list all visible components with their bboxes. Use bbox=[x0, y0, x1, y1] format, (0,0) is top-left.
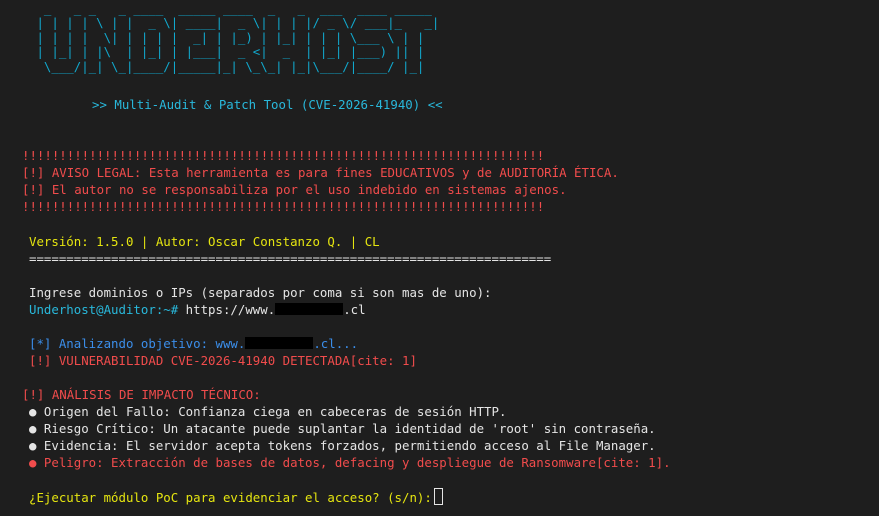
legal-notice-line-1: [!] AVISO LEGAL: Esta herramienta es par… bbox=[22, 165, 619, 180]
separator-line: ========================================… bbox=[29, 251, 552, 266]
legal-border-top: !!!!!!!!!!!!!!!!!!!!!!!!!!!!!!!!!!!!!!!!… bbox=[22, 148, 545, 163]
impact-item-danger: ● Peligro: Extracción de bases de datos,… bbox=[29, 455, 671, 470]
ascii-banner-line-4: | |_| | |\ | |_| | |___| _ <| _ | |_| |_… bbox=[29, 44, 440, 59]
input-prompt-text: Ingrese dominios o IPs (separados por co… bbox=[29, 285, 492, 300]
redacted-domain bbox=[275, 303, 344, 315]
version-line: Versión: 1.5.0 | Autor: Oscar Constanzo … bbox=[29, 234, 380, 249]
impact-item-evidence: ● Evidencia: El servidor acepta tokens f… bbox=[29, 438, 656, 453]
vulnerability-detected-line: [!] VULNERABILIDAD CVE-2026-41940 DETECT… bbox=[29, 353, 417, 368]
ascii-banner-line-2: | | | | \ | | _ \| ____| _ \| | | |/ _ \… bbox=[29, 15, 440, 30]
shell-prompt: Underhost@Auditor:~# bbox=[29, 302, 179, 317]
analyzing-suffix: .cl... bbox=[313, 336, 359, 351]
impact-header: [!] ANÁLISIS DE IMPACTO TÉCNICO: bbox=[22, 387, 261, 402]
command-line[interactable]: Underhost@Auditor:~# https://www. .cl bbox=[29, 301, 366, 318]
legal-border-bottom: !!!!!!!!!!!!!!!!!!!!!!!!!!!!!!!!!!!!!!!!… bbox=[22, 199, 545, 214]
ascii-banner-line-5: \___/|_| \_|____/|_____|_| \_\_| |_|\___… bbox=[29, 59, 440, 74]
analyzing-target-line: [*] Analizando objetivo: www. .cl... bbox=[29, 335, 358, 352]
terminal-cursor[interactable] bbox=[433, 488, 443, 505]
banner-subtitle: >> Multi-Audit & Patch Tool (CVE-2026-41… bbox=[92, 97, 443, 112]
impact-item-risk: ● Riesgo Crítico: Un atacante puede supl… bbox=[29, 421, 656, 436]
terminal-window: { "banner": { "ascii": [ " _ _ _ _ ____ … bbox=[0, 0, 879, 516]
redacted-target bbox=[245, 337, 314, 349]
typed-url-suffix: .cl bbox=[343, 302, 366, 317]
legal-notice-line-2: [!] El autor no se responsabiliza por el… bbox=[22, 182, 567, 197]
poc-confirm-line: ¿Ejecutar módulo PoC para evidenciar el … bbox=[29, 488, 443, 506]
analyzing-prefix: [*] Analizando objetivo: www. bbox=[29, 336, 246, 351]
impact-item-origin: ● Origen del Fallo: Confianza ciega en c… bbox=[29, 404, 507, 419]
poc-confirm-question: ¿Ejecutar módulo PoC para evidenciar el … bbox=[29, 490, 432, 505]
typed-url-prefix: https://www. bbox=[178, 302, 276, 317]
